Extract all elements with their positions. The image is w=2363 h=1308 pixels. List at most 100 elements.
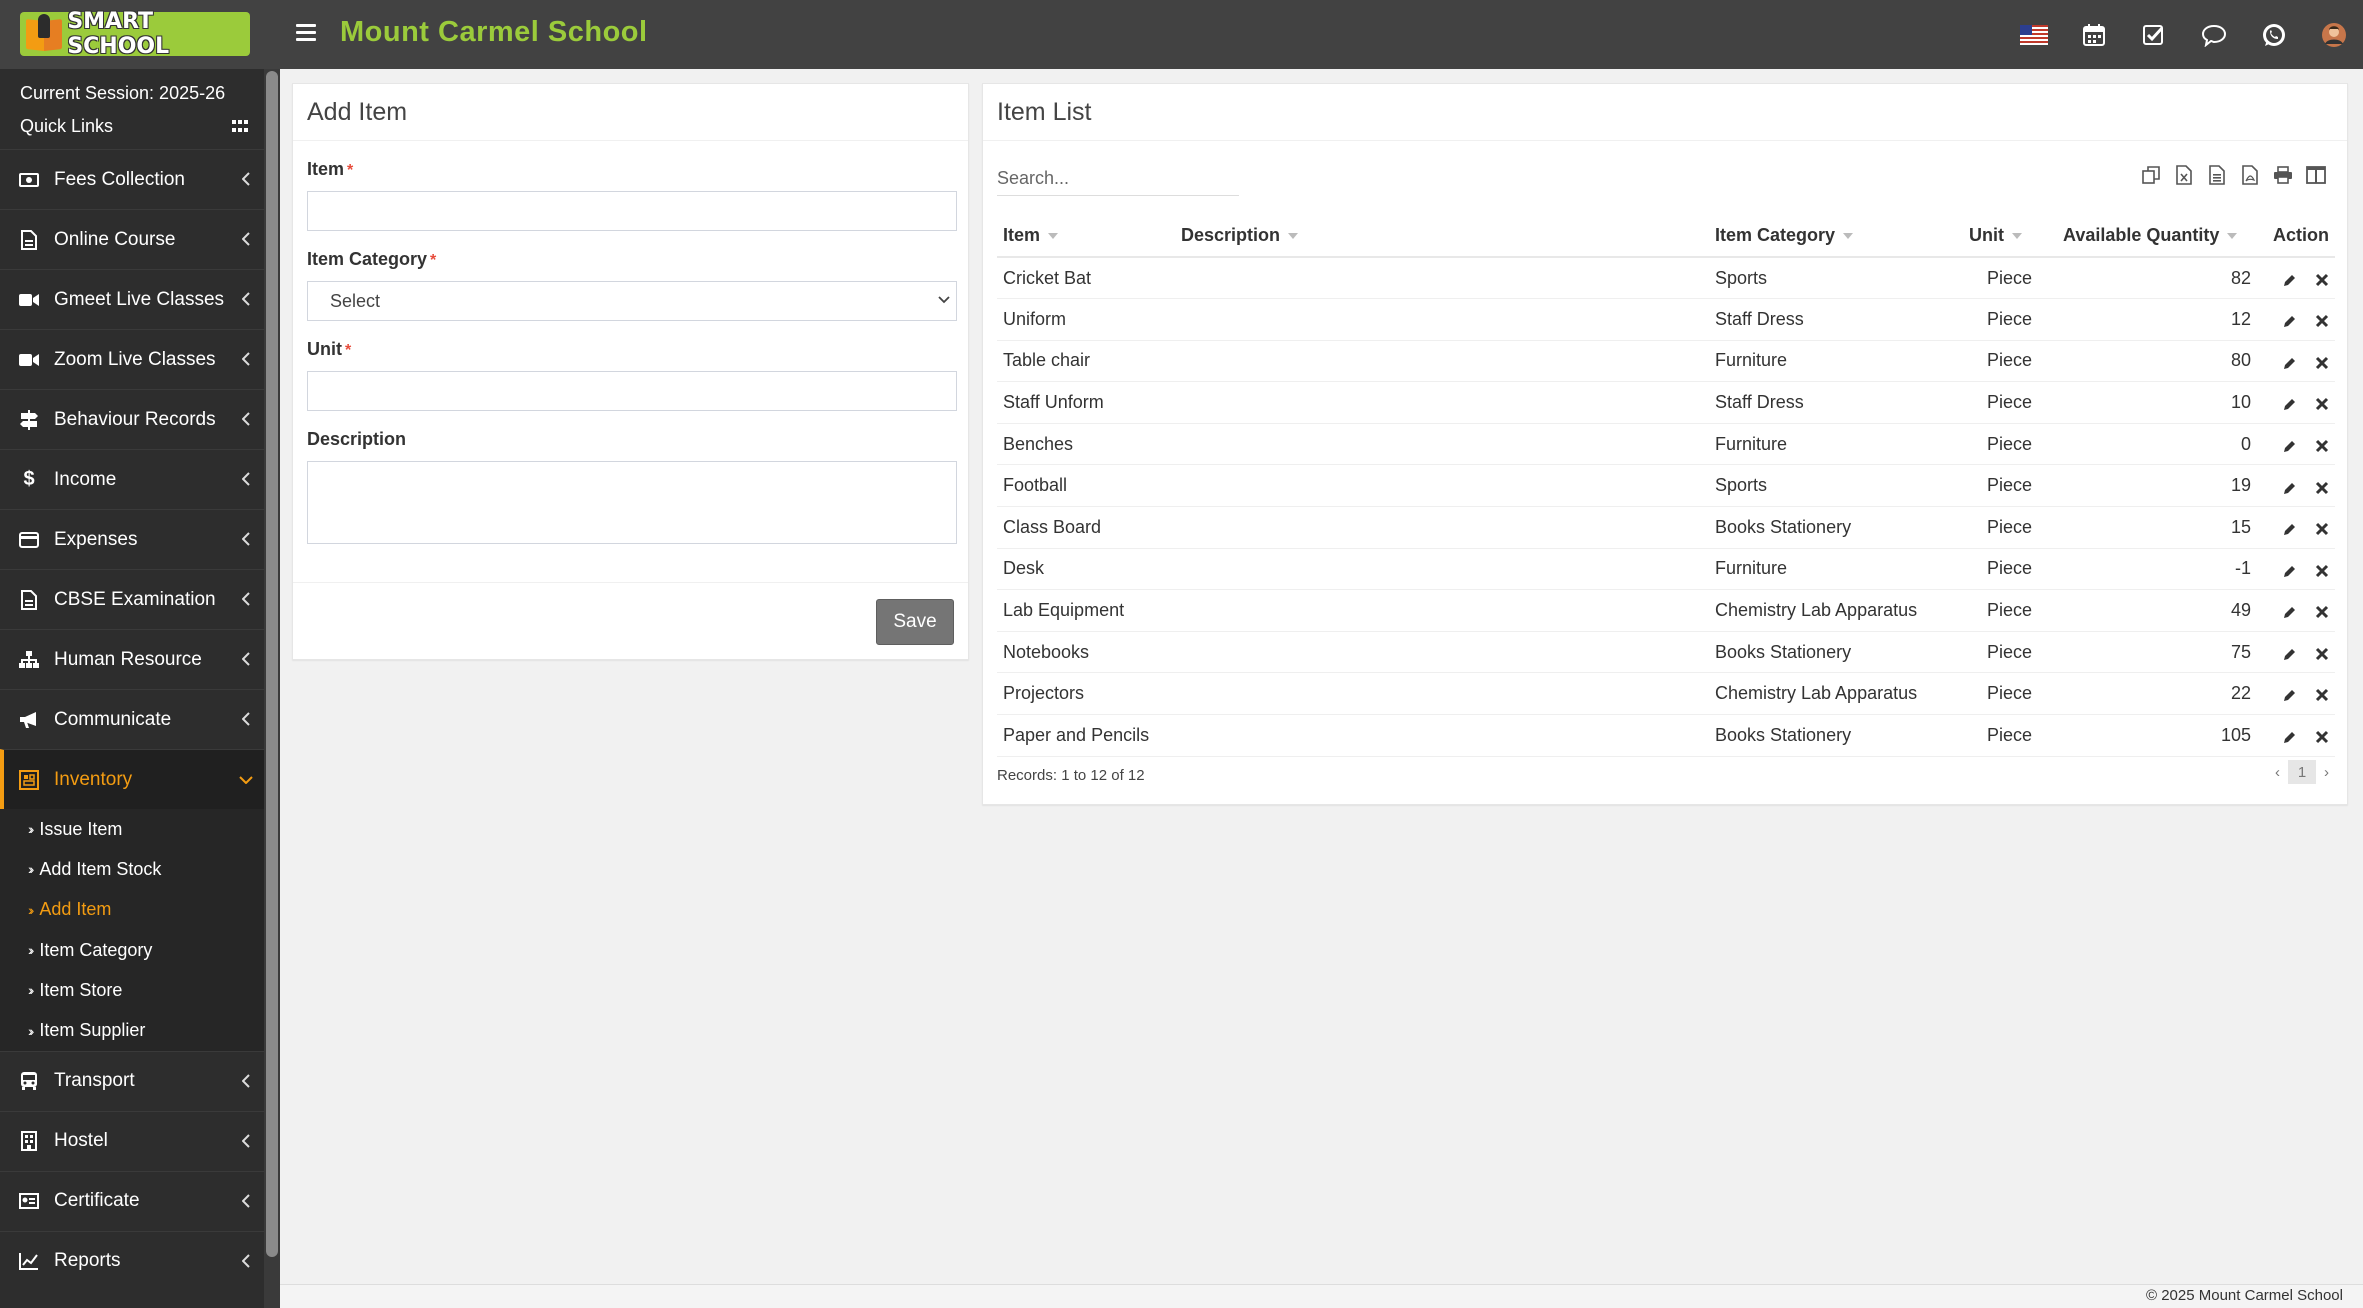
sidebar-scrollbar[interactable] bbox=[264, 69, 280, 1308]
unit-input[interactable] bbox=[307, 371, 957, 411]
col-item-category[interactable]: Item Category bbox=[1709, 214, 1963, 258]
sort-icon bbox=[1048, 232, 1059, 239]
delete-icon[interactable] bbox=[2313, 686, 2329, 702]
edit-icon[interactable] bbox=[2281, 686, 2297, 702]
sidebar-item-fees-collection[interactable]: Fees Collection bbox=[0, 149, 264, 209]
scrollbar-thumb[interactable] bbox=[266, 71, 278, 1257]
save-button[interactable]: Save bbox=[876, 599, 954, 645]
edit-icon[interactable] bbox=[2281, 479, 2297, 495]
sidebar-item-behaviour-records[interactable]: Behaviour Records bbox=[0, 389, 264, 449]
edit-icon[interactable] bbox=[2281, 437, 2297, 453]
edit-icon[interactable] bbox=[2281, 395, 2297, 411]
sidebar-item-transport[interactable]: Transport bbox=[0, 1050, 264, 1111]
double-chevron-right-icon: ›› bbox=[28, 942, 35, 959]
edit-icon[interactable] bbox=[2281, 354, 2297, 370]
delete-icon[interactable] bbox=[2313, 562, 2329, 578]
page-1-button[interactable]: 1 bbox=[2288, 760, 2316, 784]
delete-icon[interactable] bbox=[2313, 603, 2329, 619]
search-input[interactable]: Search... bbox=[997, 162, 1239, 196]
edit-icon[interactable] bbox=[2281, 728, 2297, 744]
sidebar-item-zoom-live-classes[interactable]: Zoom Live Classes bbox=[0, 329, 264, 389]
table-row: Paper and Pencils Books Stationery Piece 10… bbox=[997, 714, 2335, 757]
sidebar-item-cbse-examination[interactable]: CBSE Examination bbox=[0, 569, 264, 629]
sidebar-item-online-course[interactable]: Online Course bbox=[0, 209, 264, 269]
sidebar-item-inventory[interactable]: Inventory bbox=[0, 749, 264, 809]
delete-icon[interactable] bbox=[2313, 395, 2329, 411]
col-available-quantity[interactable]: Available Quantity bbox=[2057, 214, 2257, 258]
cell-unit: Piece bbox=[1963, 464, 2057, 508]
user-avatar[interactable] bbox=[2319, 20, 2349, 50]
sidebar-item-human-resource[interactable]: Human Resource bbox=[0, 629, 264, 689]
col-action: Action bbox=[2257, 214, 2335, 258]
csv-icon[interactable] bbox=[2206, 164, 2228, 186]
cell-action bbox=[2257, 340, 2335, 383]
edit-icon[interactable] bbox=[2281, 603, 2297, 619]
next-page-button[interactable]: › bbox=[2324, 764, 2329, 781]
delete-icon[interactable] bbox=[2313, 520, 2329, 536]
sidebar-subitem-add-item-stock[interactable]: ›› Add Item Stock bbox=[0, 849, 264, 889]
item-table: Item Description Item Category Unit Avai… bbox=[997, 214, 2335, 757]
table-row: Cricket Bat Sports Piece 82 bbox=[997, 257, 2335, 300]
sidebar-subitem-issue-item[interactable]: ›› Issue Item bbox=[0, 809, 264, 849]
delete-icon[interactable] bbox=[2313, 479, 2329, 495]
prev-page-button[interactable]: ‹ bbox=[2275, 764, 2280, 781]
print-icon[interactable] bbox=[2272, 164, 2294, 186]
cell-available-quantity: 12 bbox=[2057, 298, 2257, 341]
whatsapp-icon[interactable] bbox=[2259, 20, 2289, 50]
cell-item-category: Books Stationery bbox=[1709, 714, 1963, 757]
item-category-select[interactable]: Select bbox=[307, 281, 957, 321]
sidebar-item-expenses[interactable]: Expenses bbox=[0, 509, 264, 569]
sidebar-subitem-item-category[interactable]: ›› Item Category bbox=[0, 930, 264, 970]
hamburger-menu-icon[interactable] bbox=[296, 24, 316, 44]
records-info: Records: 1 to 12 of 12 bbox=[997, 767, 1145, 784]
delete-icon[interactable] bbox=[2313, 312, 2329, 328]
edit-icon[interactable] bbox=[2281, 645, 2297, 661]
sidebar-item-income[interactable]: $ Income bbox=[0, 449, 264, 509]
col-unit[interactable]: Unit bbox=[1963, 214, 2057, 258]
cell-item: Cricket Bat bbox=[997, 257, 1175, 300]
edit-icon[interactable] bbox=[2281, 520, 2297, 536]
excel-icon[interactable] bbox=[2173, 164, 2195, 186]
sidebar-item-reports[interactable]: Reports bbox=[0, 1230, 264, 1291]
item-input[interactable] bbox=[307, 191, 957, 231]
delete-icon[interactable] bbox=[2313, 271, 2329, 287]
columns-icon[interactable] bbox=[2305, 164, 2327, 186]
task-check-icon[interactable] bbox=[2139, 20, 2169, 50]
description-textarea[interactable] bbox=[307, 461, 957, 544]
table-row: Class Board Books Stationery Piece 15 bbox=[997, 506, 2335, 549]
delete-icon[interactable] bbox=[2313, 645, 2329, 661]
cell-item: Uniform bbox=[997, 298, 1175, 341]
delete-icon[interactable] bbox=[2313, 728, 2329, 744]
cell-item-category: Books Stationery bbox=[1709, 631, 1963, 674]
chevron-left-icon bbox=[242, 1194, 250, 1208]
edit-icon[interactable] bbox=[2281, 312, 2297, 328]
delete-icon[interactable] bbox=[2313, 437, 2329, 453]
chat-icon[interactable] bbox=[2199, 20, 2229, 50]
calendar-icon[interactable] bbox=[2079, 20, 2109, 50]
quick-links-link[interactable]: Quick Links bbox=[20, 116, 113, 137]
required-asterisk: * bbox=[347, 162, 354, 179]
copy-icon[interactable] bbox=[2140, 164, 2162, 186]
cell-unit: Piece bbox=[1963, 589, 2057, 632]
cell-unit: Piece bbox=[1963, 257, 2057, 300]
grid-icon[interactable] bbox=[232, 120, 248, 134]
delete-icon[interactable] bbox=[2313, 354, 2329, 370]
sidebar-item-communicate[interactable]: Communicate bbox=[0, 689, 264, 749]
sort-icon bbox=[2227, 232, 2238, 239]
sidebar-item-gmeet-live-classes[interactable]: Gmeet Live Classes bbox=[0, 269, 264, 329]
sidebar-item-label: Income bbox=[54, 468, 117, 490]
app-logo[interactable]: SMART SCHOOL bbox=[20, 9, 250, 59]
sidebar-subitem-item-store[interactable]: ›› Item Store bbox=[0, 970, 264, 1010]
flag-us-icon[interactable] bbox=[2019, 20, 2049, 50]
sidebar-subitem-add-item[interactable]: ›› Add Item bbox=[0, 890, 264, 930]
sidebar-item-hostel[interactable]: Hostel bbox=[0, 1110, 264, 1171]
sidebar-item-certificate[interactable]: Certificate bbox=[0, 1170, 264, 1231]
col-description[interactable]: Description bbox=[1175, 214, 1709, 258]
sidebar-subitem-item-supplier[interactable]: ›› Item Supplier bbox=[0, 1010, 264, 1050]
cell-action bbox=[2257, 714, 2335, 757]
edit-icon[interactable] bbox=[2281, 562, 2297, 578]
pdf-icon[interactable] bbox=[2239, 164, 2261, 186]
col-item[interactable]: Item bbox=[997, 214, 1175, 258]
cell-available-quantity: 82 bbox=[2057, 257, 2257, 300]
edit-icon[interactable] bbox=[2281, 271, 2297, 287]
